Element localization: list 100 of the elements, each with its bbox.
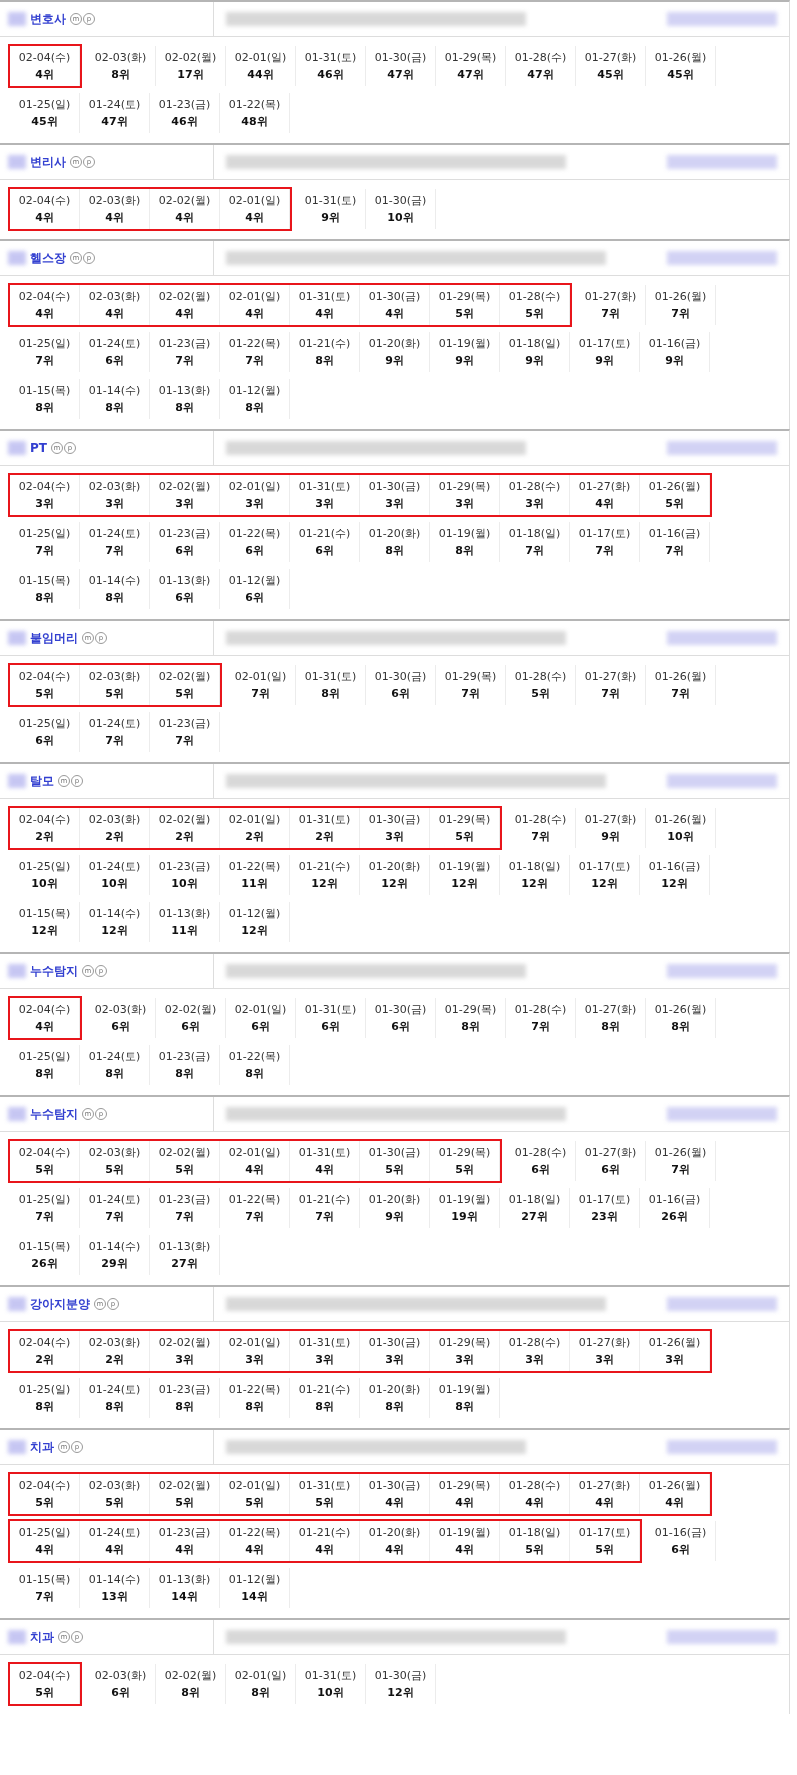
- rank-value: 4위: [595, 496, 614, 511]
- rank-value: 4위: [105, 1542, 124, 1557]
- rank-value: 8위: [315, 353, 334, 368]
- rank-value: 12위: [387, 1685, 414, 1700]
- date-label: 02-04(수): [18, 193, 71, 208]
- date-label: 02-03(화): [94, 50, 147, 65]
- date-label: 01-25(일): [18, 1049, 71, 1064]
- rank-value: 3위: [385, 829, 404, 844]
- date-label: 01-30(금): [368, 812, 421, 827]
- rank-value: 6위: [181, 1019, 200, 1034]
- rank-value: 5위: [35, 1495, 54, 1510]
- date-label: 02-03(화): [88, 669, 141, 684]
- date-label: 01-26(월): [654, 1145, 707, 1160]
- date-label: 01-30(금): [374, 1002, 427, 1017]
- rank-value: 6위: [321, 1019, 340, 1034]
- date-label: 02-04(수): [18, 1668, 71, 1683]
- date-label: 01-23(금): [158, 336, 211, 351]
- rank-value: 7위: [35, 1209, 54, 1224]
- rank-value: 5위: [385, 1162, 404, 1177]
- keyword-label[interactable]: 변리사: [30, 153, 66, 171]
- date-label: 02-04(수): [18, 1002, 71, 1017]
- keyword-label[interactable]: PT: [30, 441, 47, 455]
- date-label: 01-30(금): [368, 1145, 421, 1160]
- keyword-label[interactable]: 누수탐지: [30, 962, 78, 980]
- rank-value: 8위: [455, 1399, 474, 1414]
- date-label: 02-04(수): [18, 50, 71, 65]
- keyword-label[interactable]: 붙임머리: [30, 629, 78, 647]
- keyword-label[interactable]: 강아지분양: [30, 1295, 90, 1313]
- date-label: 01-31(토): [298, 1478, 351, 1493]
- date-label: 01-24(토): [88, 859, 141, 874]
- rank-value: 8위: [251, 1685, 270, 1700]
- date-label: 02-02(월): [158, 289, 211, 304]
- rank-value: 7위: [531, 829, 550, 844]
- date-label: 01-28(수): [514, 812, 567, 827]
- date-label: 01-31(토): [298, 812, 351, 827]
- keyword-label[interactable]: 누수탐지: [30, 1105, 78, 1123]
- rank-value: 4위: [175, 306, 194, 321]
- rank-value: 4위: [105, 306, 124, 321]
- date-label: 01-31(토): [298, 479, 351, 494]
- rank-value: 12위: [451, 876, 478, 891]
- date-label: 01-14(수): [88, 383, 141, 398]
- date-label: 01-15(목): [18, 573, 71, 588]
- rank-value: 8위: [601, 1019, 620, 1034]
- rank-value: 2위: [35, 829, 54, 844]
- date-label: 02-02(월): [158, 1335, 211, 1350]
- rank-value: 12위: [241, 923, 268, 938]
- date-label: 01-28(수): [514, 669, 567, 684]
- date-label: 01-28(수): [514, 1002, 567, 1017]
- rank-value: 6위: [111, 1019, 130, 1034]
- rank-value: 8위: [105, 1399, 124, 1414]
- date-label: 01-24(토): [88, 526, 141, 541]
- rank-value: 6위: [391, 686, 410, 701]
- date-label: 01-24(토): [88, 1382, 141, 1397]
- rank-value: 7위: [531, 1019, 550, 1034]
- rank-value: 45위: [667, 67, 694, 82]
- date-label: 01-30(금): [374, 193, 427, 208]
- date-label: 01-28(수): [514, 50, 567, 65]
- date-label: 01-29(목): [444, 1002, 497, 1017]
- rank-value: 5위: [105, 1162, 124, 1177]
- rank-value: 3위: [315, 496, 334, 511]
- rank-value: 5위: [35, 686, 54, 701]
- date-label: 01-18(일): [508, 336, 561, 351]
- rank-value: 4위: [245, 1542, 264, 1557]
- date-label: 01-30(금): [368, 289, 421, 304]
- date-label: 01-19(월): [438, 526, 491, 541]
- rank-value: 9위: [385, 353, 404, 368]
- rank-value: 5위: [665, 496, 684, 511]
- rank-value: 12위: [661, 876, 688, 891]
- rank-value: 4위: [245, 306, 264, 321]
- rank-value: 5위: [595, 1542, 614, 1557]
- rank-value: 44위: [247, 67, 274, 82]
- rank-value: 9위: [455, 353, 474, 368]
- date-label: 01-27(화): [584, 1002, 637, 1017]
- date-label: 02-03(화): [88, 812, 141, 827]
- rank-value: 7위: [601, 306, 620, 321]
- rank-value: 10위: [667, 829, 694, 844]
- rank-value: 47위: [387, 67, 414, 82]
- rank-value: 4위: [35, 306, 54, 321]
- keyword-label[interactable]: 치과: [30, 1628, 54, 1646]
- date-label: 01-30(금): [368, 1335, 421, 1350]
- rank-value: 3위: [175, 496, 194, 511]
- date-label: 02-01(일): [228, 1335, 281, 1350]
- rank-value: 7위: [315, 1209, 334, 1224]
- date-label: 02-03(화): [88, 1478, 141, 1493]
- keyword-label[interactable]: 변호사: [30, 10, 66, 28]
- keyword-label[interactable]: 탈모: [30, 772, 54, 790]
- date-label: 01-16(금): [648, 859, 701, 874]
- date-label: 01-13(화): [158, 383, 211, 398]
- date-label: 01-15(목): [18, 906, 71, 921]
- rank-value: 4위: [455, 1495, 474, 1510]
- rank-value: 48위: [241, 114, 268, 129]
- rank-value: 12위: [31, 923, 58, 938]
- keyword-label[interactable]: 치과: [30, 1438, 54, 1456]
- rank-value: 6위: [175, 590, 194, 605]
- rank-value: 5위: [35, 1685, 54, 1700]
- date-label: 02-03(화): [94, 1002, 147, 1017]
- keyword-label[interactable]: 헬스장: [30, 249, 66, 267]
- date-label: 01-22(목): [228, 1049, 281, 1064]
- rank-value: 4위: [175, 210, 194, 225]
- date-label: 01-29(목): [438, 479, 491, 494]
